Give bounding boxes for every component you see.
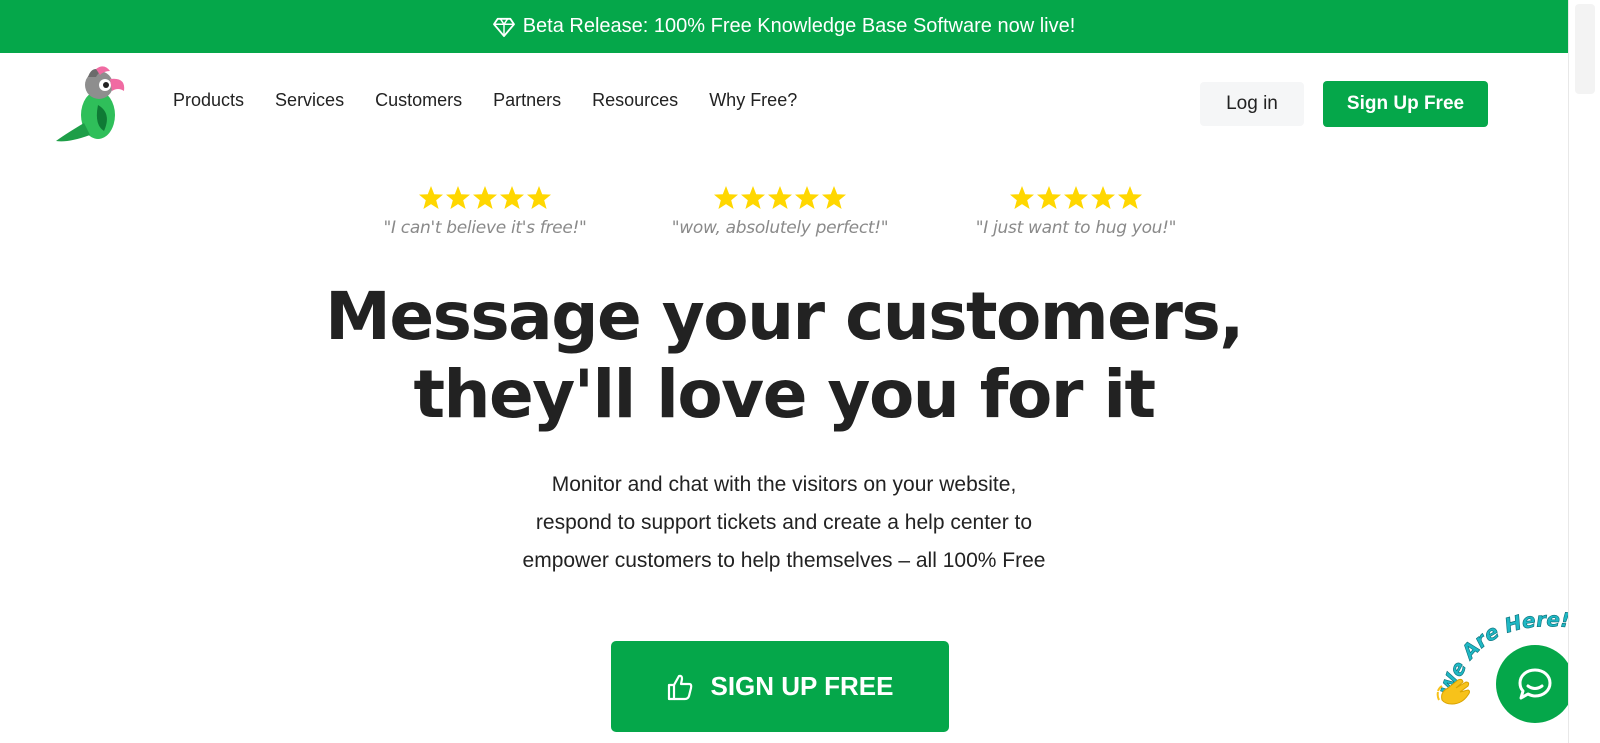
star-icon — [741, 186, 765, 209]
description-line: empower customers to help themselves – a… — [522, 549, 1046, 572]
cta-label: SIGN UP FREE — [710, 671, 894, 701]
nav-item-products[interactable]: Products — [173, 90, 244, 111]
review-item: "wow, absolutely perfect!" — [660, 185, 900, 238]
hero-signup-button[interactable]: SIGN UP FREE — [611, 641, 949, 732]
diamond-icon — [492, 17, 515, 37]
star-icon — [795, 186, 819, 209]
star-icon — [714, 186, 738, 209]
star-icon — [1037, 186, 1061, 209]
review-quote: "wow, absolutely perfect!" — [671, 218, 889, 238]
nav-item-resources[interactable]: Resources — [592, 90, 678, 111]
parrot-logo[interactable] — [54, 65, 130, 145]
signup-button[interactable]: Sign Up Free — [1323, 81, 1488, 127]
headline-line: they'll love you for it — [413, 356, 1156, 433]
star-icon — [1064, 186, 1088, 209]
nav-item-why-free[interactable]: Why Free? — [709, 90, 797, 111]
star-icon — [500, 186, 524, 209]
star-icon — [1010, 186, 1034, 209]
main-nav: Products Services Customers Partners Res… — [173, 90, 828, 111]
nav-item-customers[interactable]: Customers — [375, 90, 462, 111]
star-rating — [365, 185, 605, 211]
open-chat-button[interactable] — [1496, 645, 1574, 723]
hero-description: Monitor and chat with the visitors on yo… — [0, 466, 1568, 580]
star-icon — [1091, 186, 1115, 209]
headline-line: Message your customers, — [325, 278, 1244, 355]
star-icon — [446, 186, 470, 209]
description-line: Monitor and chat with the visitors on yo… — [551, 473, 1017, 496]
star-icon — [473, 186, 497, 209]
hero-headline: Message your customers, they'll love you… — [0, 278, 1568, 434]
thumbs-up-icon — [668, 674, 693, 700]
review-item: "I just want to hug you!" — [956, 185, 1196, 238]
banner-text: Beta Release: 100% Free Knowledge Base S… — [522, 15, 1076, 37]
star-icon — [527, 186, 551, 209]
star-icon — [768, 186, 792, 209]
star-rating — [660, 185, 900, 211]
star-icon — [419, 186, 443, 209]
nav-item-partners[interactable]: Partners — [493, 90, 561, 111]
page-scrollbar[interactable] — [1568, 0, 1600, 743]
nav-item-services[interactable]: Services — [275, 90, 344, 111]
login-button[interactable]: Log in — [1200, 82, 1304, 126]
description-line: respond to support tickets and create a … — [535, 511, 1033, 534]
review-quote: "I just want to hug you!" — [975, 218, 1177, 238]
review-quote: "I can't believe it's free!" — [383, 218, 587, 238]
star-rating — [956, 185, 1196, 211]
chat-bubble-icon — [1518, 668, 1552, 700]
reviews-row: "I can't believe it's free!" "wow, absol… — [0, 185, 1568, 245]
announcement-banner[interactable]: Beta Release: 100% Free Knowledge Base S… — [0, 0, 1568, 53]
review-item: "I can't believe it's free!" — [365, 185, 605, 238]
scrollbar-thumb[interactable] — [1575, 4, 1595, 94]
waving-hand-icon — [1436, 678, 1470, 705]
site-header: Products Services Customers Partners Res… — [0, 53, 1568, 153]
star-icon — [1118, 186, 1142, 209]
star-icon — [822, 186, 846, 209]
